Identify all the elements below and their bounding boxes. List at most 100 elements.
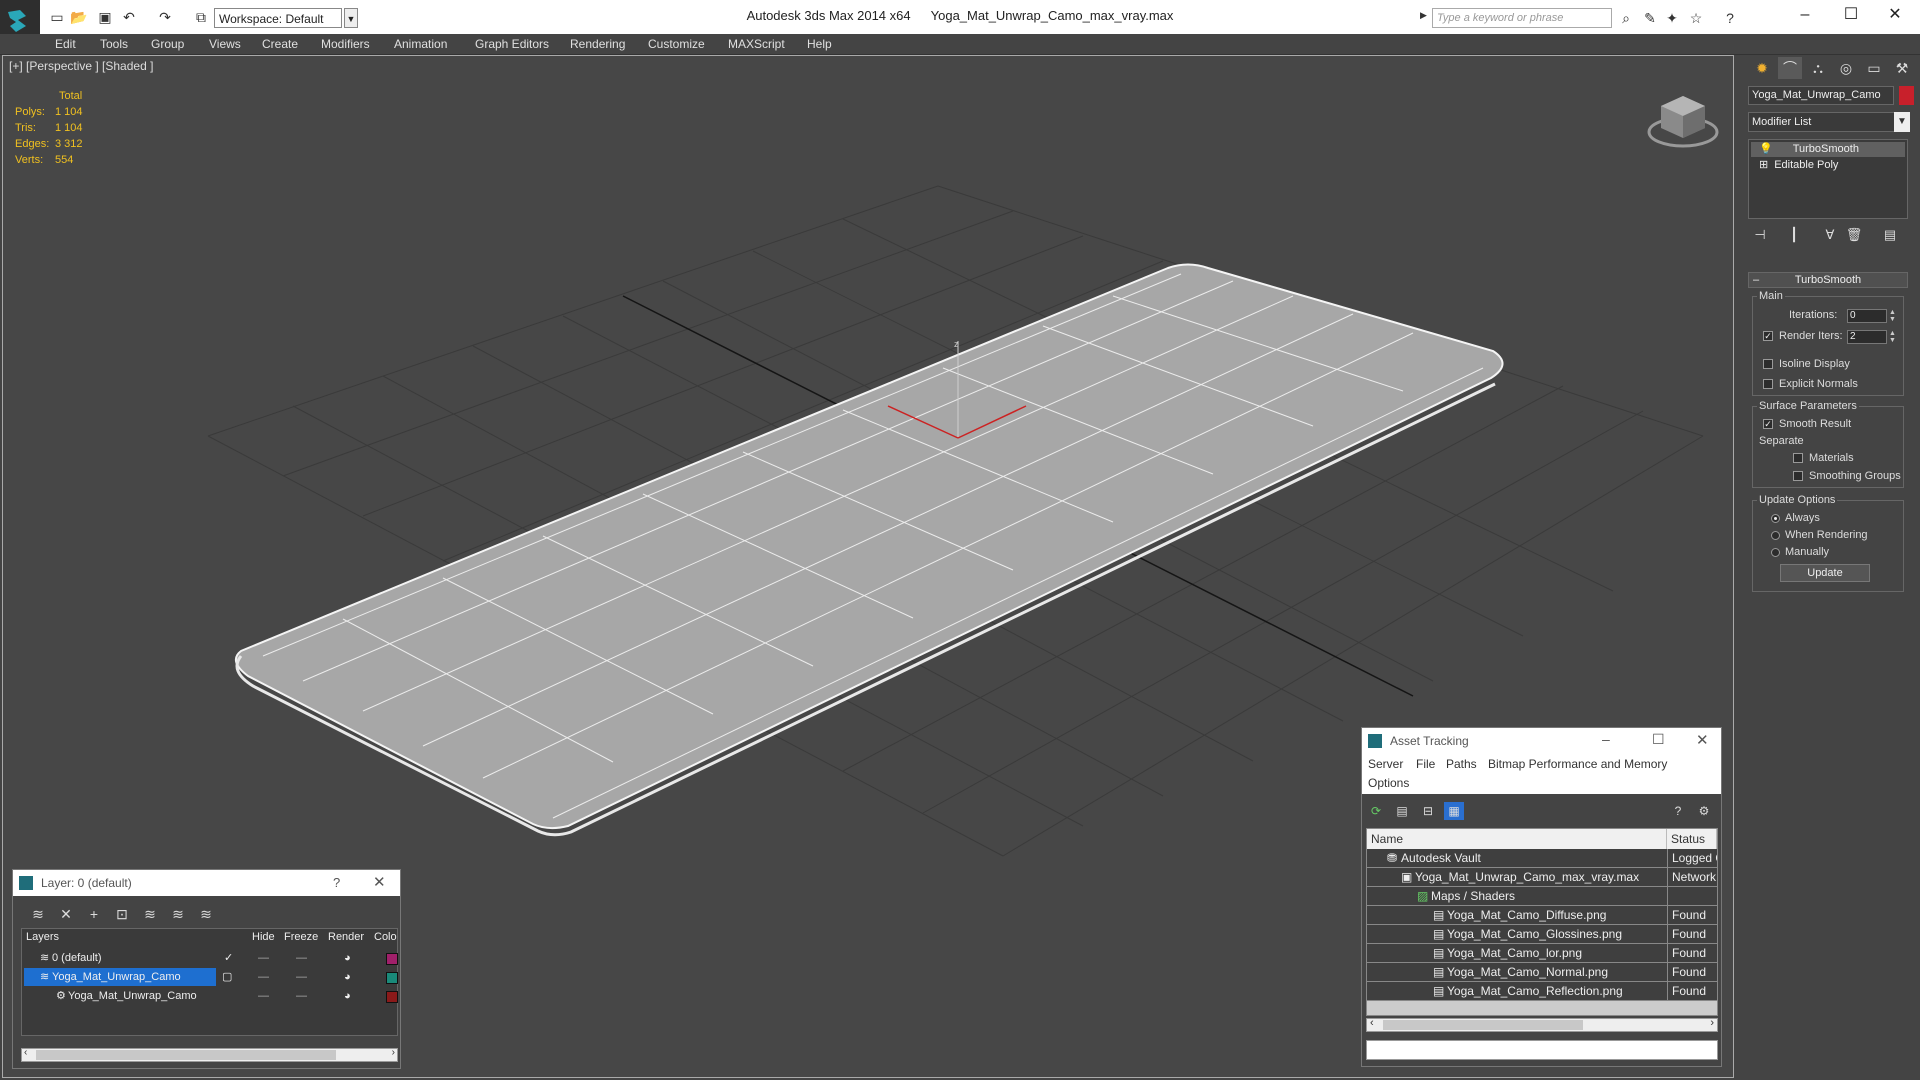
highlight-layer-icon[interactable]: ≋: [139, 904, 161, 924]
project-folder-icon[interactable]: ⧉: [192, 9, 210, 25]
configure-modifier-sets-icon[interactable]: ▤: [1880, 226, 1900, 244]
freeze-toggle-icon[interactable]: —: [296, 968, 307, 986]
modify-tab-icon[interactable]: ⌒: [1778, 57, 1802, 79]
manually-radio[interactable]: [1771, 548, 1780, 557]
hide-toggle-icon[interactable]: —: [258, 949, 269, 967]
spinner-arrows-icon[interactable]: ▲ ▼: [1889, 309, 1897, 323]
scroll-left-icon[interactable]: ‹: [1370, 1017, 1374, 1029]
menu-tools[interactable]: Tools: [100, 35, 128, 53]
asset-dialog-titlebar[interactable]: Asset Tracking – ☐ ✕: [1362, 728, 1721, 754]
select-objects-icon[interactable]: ⊡: [111, 904, 133, 924]
save-file-icon[interactable]: ▣: [96, 9, 114, 25]
object-color-swatch[interactable]: [1899, 86, 1914, 105]
modifier-list-dropdown[interactable]: Modifier List: [1748, 112, 1910, 132]
stack-item-turbosmooth[interactable]: 💡 TurboSmooth: [1751, 142, 1905, 157]
table-row[interactable]: ≋ Yoga_Mat_Unwrap_Camo ▢ — — ◕: [24, 968, 398, 986]
table-row[interactable]: ▤ Yoga_Mat_Camo_Normal.png Found: [1367, 963, 1717, 982]
tree-view-icon[interactable]: ⊟: [1418, 802, 1438, 820]
help-icon[interactable]: ?: [1668, 802, 1688, 820]
favorites-icon[interactable]: ☆: [1686, 8, 1706, 28]
table-row[interactable]: ▣ Yoga_Mat_Unwrap_Camo_max_vray.max Networ…: [1367, 868, 1717, 887]
menu-modifiers[interactable]: Modifiers: [321, 35, 370, 53]
active-layer-box-icon[interactable]: ▢: [222, 968, 232, 986]
delete-layer-icon[interactable]: ✕: [55, 904, 77, 924]
horizontal-scrollbar[interactable]: ‹ ›: [1366, 1017, 1718, 1032]
menu-rendering[interactable]: Rendering: [570, 35, 625, 53]
scroll-left-icon[interactable]: ‹: [24, 1047, 27, 1058]
table-row[interactable]: ≋ 0 (default) ✓ — — ◕: [24, 949, 398, 967]
make-unique-icon[interactable]: ∀: [1820, 226, 1840, 244]
search-input[interactable]: Type a keyword or phrase: [1432, 8, 1612, 28]
list-view-icon[interactable]: ▤: [1392, 802, 1412, 820]
menu-edit[interactable]: Edit: [55, 35, 76, 53]
layer-color-swatch[interactable]: [386, 953, 398, 965]
render-iters-checkbox[interactable]: ✓: [1763, 331, 1773, 341]
add-to-layer-icon[interactable]: +: [83, 904, 105, 924]
remove-modifier-icon[interactable]: 🗑: [1844, 226, 1864, 244]
column-header-color[interactable]: Colo: [374, 931, 397, 943]
binoculars-icon[interactable]: ⌕: [1616, 8, 1636, 28]
materials-checkbox[interactable]: [1793, 453, 1803, 463]
freeze-toggle-icon[interactable]: —: [296, 949, 307, 967]
open-file-icon[interactable]: 📂: [70, 9, 88, 25]
menu-create[interactable]: Create: [262, 35, 298, 53]
menu-maxscript[interactable]: MAXScript: [728, 35, 785, 53]
table-row[interactable]: ▤ Yoga_Mat_Camo_Reflection.png Found: [1367, 982, 1717, 1001]
show-end-result-icon[interactable]: ┃: [1784, 226, 1804, 244]
pin-stack-icon[interactable]: ⊣: [1750, 226, 1770, 244]
menu-options[interactable]: Options: [1368, 776, 1409, 790]
close-icon[interactable]: ✕: [1880, 4, 1910, 26]
turbosmooth-rollout-header[interactable]: – TurboSmooth: [1748, 272, 1908, 288]
scroll-right-icon[interactable]: ›: [392, 1047, 395, 1058]
communication-icon[interactable]: ✦: [1662, 8, 1682, 28]
hide-all-layers-icon[interactable]: ≋: [167, 904, 189, 924]
workspace-dropdown-arrow-icon[interactable]: ▼: [344, 8, 358, 28]
new-file-icon[interactable]: ▭: [48, 9, 66, 25]
maximize-icon[interactable]: ☐: [1652, 731, 1665, 748]
scroll-thumb[interactable]: [36, 1050, 336, 1060]
scroll-thumb[interactable]: [1383, 1020, 1583, 1030]
motion-tab-icon[interactable]: ◎: [1834, 57, 1858, 79]
menu-customize[interactable]: Customize: [648, 35, 705, 53]
table-row[interactable]: ▤ Yoga_Mat_Camo_Glossines.png Found: [1367, 925, 1717, 944]
minimize-icon[interactable]: –: [1602, 731, 1610, 747]
close-icon[interactable]: ✕: [1696, 731, 1709, 749]
redo-icon[interactable]: ↷: [156, 9, 174, 25]
isoline-display-checkbox[interactable]: [1763, 359, 1773, 369]
object-name-field[interactable]: Yoga_Mat_Unwrap_Camo: [1748, 86, 1894, 105]
settings-icon[interactable]: ⚙: [1694, 802, 1714, 820]
column-header-hide[interactable]: Hide: [252, 931, 275, 943]
lightbulb-icon[interactable]: 💡: [1759, 143, 1773, 155]
viewport-label[interactable]: [+] [Perspective ] [Shaded ]: [9, 59, 153, 73]
when-rendering-radio[interactable]: [1771, 531, 1780, 540]
hierarchy-tab-icon[interactable]: ⛬: [1806, 57, 1830, 79]
asset-path-field[interactable]: [1366, 1040, 1718, 1060]
undo-icon[interactable]: ↶: [120, 9, 138, 25]
stack-item-editable-poly[interactable]: ⊞ Editable Poly: [1751, 158, 1905, 173]
yoga-mat-mesh[interactable]: [234, 263, 1504, 837]
menu-server[interactable]: Server: [1368, 757, 1403, 771]
column-header-name[interactable]: Name: [1367, 829, 1667, 849]
display-tab-icon[interactable]: ▭: [1862, 57, 1886, 79]
render-toggle-icon[interactable]: ◕: [344, 968, 351, 986]
explicit-normals-checkbox[interactable]: [1763, 379, 1773, 389]
table-row[interactable]: ▤ Yoga_Mat_Camo_Diffuse.png Found: [1367, 906, 1717, 925]
column-header-freeze[interactable]: Freeze: [284, 931, 318, 943]
refresh-icon[interactable]: ⟳: [1366, 802, 1386, 820]
menu-views[interactable]: Views: [209, 35, 241, 53]
menu-bitmap-performance[interactable]: Bitmap Performance and Memory: [1488, 757, 1667, 771]
menu-group[interactable]: Group: [151, 35, 184, 53]
column-header-render[interactable]: Render: [328, 931, 364, 943]
utilities-tab-icon[interactable]: ⚒: [1890, 57, 1914, 79]
close-icon[interactable]: ✕: [373, 873, 386, 891]
help-icon[interactable]: ?: [333, 875, 340, 890]
spinner-arrows-icon[interactable]: ▲ ▼: [1889, 330, 1897, 344]
freeze-toggle-icon[interactable]: —: [296, 987, 307, 1005]
scroll-right-icon[interactable]: ›: [1710, 1017, 1714, 1029]
freeze-all-layers-icon[interactable]: ≋: [195, 904, 217, 924]
maximize-icon[interactable]: ☐: [1836, 4, 1866, 26]
subscription-icon[interactable]: ✎: [1640, 8, 1660, 28]
viewcube[interactable]: [1643, 84, 1723, 154]
checkmark-icon[interactable]: ✓: [224, 949, 233, 967]
minimize-icon[interactable]: –: [1790, 4, 1820, 26]
